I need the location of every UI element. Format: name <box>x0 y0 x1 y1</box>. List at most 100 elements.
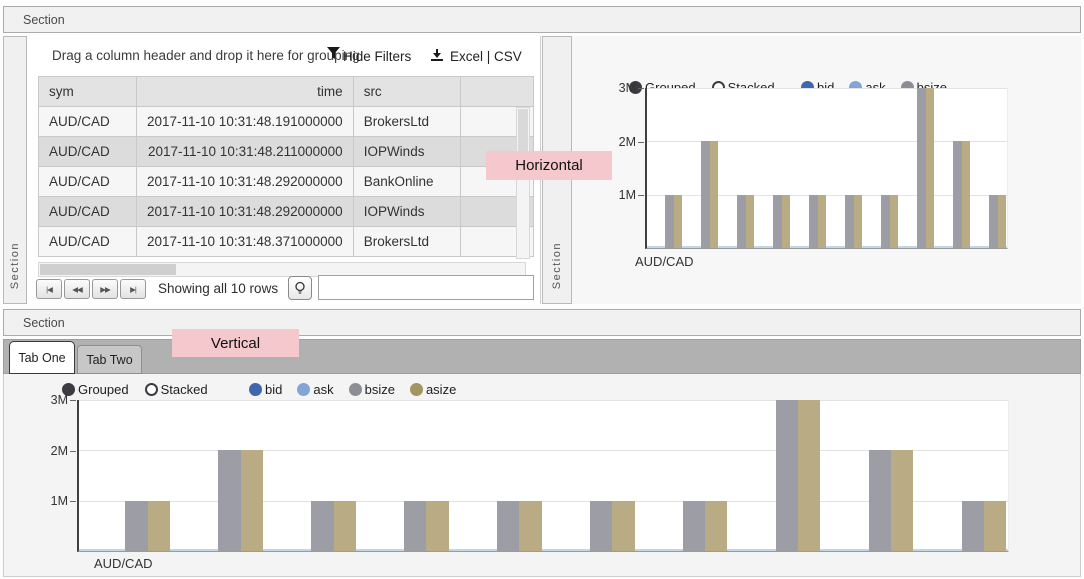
table-cell: 2017-11-10 10:31:48.191000000 <box>137 107 354 137</box>
collapsed-section-label: Section <box>551 242 563 289</box>
column-header-sym[interactable]: sym <box>39 77 137 107</box>
bar-bsize-7 <box>776 400 798 551</box>
bar-asize-8 <box>962 141 971 248</box>
table-row[interactable]: AUD/CAD2017-11-10 10:31:48.292000000IOPW… <box>39 197 534 227</box>
collapsed-section-left[interactable]: Section <box>3 36 27 304</box>
bar-bsize-0 <box>125 501 147 551</box>
table-cell: 2017-11-10 10:31:48.292000000 <box>137 197 354 227</box>
table-body[interactable]: AUD/CAD2017-11-10 10:31:48.191000000Brok… <box>39 107 534 257</box>
legend-item-asize[interactable]: asize <box>410 382 456 397</box>
annotation-horizontal: Horizontal <box>486 151 612 180</box>
bar-bsize-2 <box>737 195 746 248</box>
bar-bsize-4 <box>497 501 519 551</box>
table-cell: IOPWinds <box>353 197 460 227</box>
section-header-top[interactable]: Section <box>3 6 1081 33</box>
bar-asize-4 <box>818 195 827 248</box>
table-cell: AUD/CAD <box>39 137 137 167</box>
bar-asize-0 <box>148 501 170 551</box>
table-cell: BrokersLtd <box>353 227 460 257</box>
bar-asize-7 <box>926 88 935 248</box>
bar-asize-2 <box>334 501 356 551</box>
bar-asize-9 <box>984 501 1006 551</box>
table-row[interactable]: AUD/CAD2017-11-10 10:31:48.371000000Brok… <box>39 227 534 257</box>
bar-bsize-3 <box>404 501 426 551</box>
bar-asize-5 <box>612 501 634 551</box>
y-tick-label: 1M <box>600 188 636 202</box>
bar-bsize-6 <box>683 501 705 551</box>
bar-bsize-5 <box>845 195 854 248</box>
bar-asize-7 <box>798 400 820 551</box>
y-tick-mark <box>70 501 76 502</box>
lightbulb-icon <box>294 281 306 296</box>
radio-unselected-icon <box>145 383 158 396</box>
table-cell: AUD/CAD <box>39 197 137 227</box>
legend-item-bsize[interactable]: bsize <box>349 382 395 397</box>
grid-search-input[interactable] <box>318 275 534 300</box>
export-excel-csv-link[interactable]: Excel | CSV <box>450 49 522 64</box>
x-axis-category-label: AUD/CAD <box>94 556 153 571</box>
gridline <box>79 400 1008 401</box>
table-row[interactable]: AUD/CAD2017-11-10 10:31:48.211000000IOPW… <box>39 137 534 167</box>
column-header-blank[interactable] <box>460 77 533 107</box>
table-row[interactable]: AUD/CAD2017-11-10 10:31:48.292000000Bank… <box>39 167 534 197</box>
radio-grouped[interactable]: Grouped <box>62 382 129 397</box>
chart-mode-radios: Grouped Stacked <box>62 382 208 397</box>
section-header-bottom[interactable]: Section <box>3 309 1081 336</box>
legend-dot-icon <box>249 383 262 396</box>
pager-first-button[interactable]: |◀ <box>36 279 62 299</box>
legend-item-ask[interactable]: ask <box>297 382 333 397</box>
bar-bsize-1 <box>218 450 240 551</box>
tab-bar: Tab One Tab Two <box>3 339 1081 374</box>
y-tick-mark <box>638 88 644 89</box>
quotes-table[interactable]: symtimesrc AUD/CAD2017-11-10 10:31:48.19… <box>38 76 534 257</box>
tab-two[interactable]: Tab Two <box>77 345 142 374</box>
bar-asize-1 <box>241 450 263 551</box>
legend-dot-icon <box>297 383 310 396</box>
pager-next-button[interactable]: ▶▶ <box>92 279 118 299</box>
vertical-scrollbar-thumb[interactable] <box>518 109 528 151</box>
bar-chart-horizontal: 1M2M3M <box>645 88 1008 249</box>
section-title: Section <box>23 13 65 27</box>
dashboard-page: Section Section Drag a column header and… <box>0 0 1084 579</box>
table-cell: AUD/CAD <box>39 167 137 197</box>
bar-asize-0 <box>674 195 683 248</box>
filter-funnel-icon[interactable] <box>327 47 340 66</box>
pager-prev-button[interactable]: ◀◀ <box>64 279 90 299</box>
column-header-time[interactable]: time <box>137 77 354 107</box>
y-tick-mark <box>70 400 76 401</box>
chart-plot-area <box>645 88 1008 249</box>
chart-plot-area <box>77 400 1009 552</box>
hide-filters-button[interactable]: Hide Filters <box>343 49 411 64</box>
bar-asize-9 <box>998 195 1007 248</box>
bar-asize-1 <box>710 141 719 248</box>
y-tick-mark <box>638 142 644 143</box>
table-cell: BrokersLtd <box>353 107 460 137</box>
vertical-scrollbar[interactable] <box>516 107 530 259</box>
legend-dot-icon <box>349 383 362 396</box>
tab-one[interactable]: Tab One <box>9 341 75 374</box>
bar-bsize-8 <box>869 450 891 551</box>
table-header[interactable]: symtimesrc <box>39 77 534 107</box>
bar-bsize-0 <box>665 195 674 248</box>
horizontal-scrollbar-thumb[interactable] <box>40 264 176 275</box>
bar-bsize-8 <box>953 141 962 248</box>
column-header-src[interactable]: src <box>353 77 460 107</box>
bar-asize-8 <box>891 450 913 551</box>
bar-asize-6 <box>705 501 727 551</box>
bar-asize-3 <box>426 501 448 551</box>
radio-stacked[interactable]: Stacked <box>145 382 208 397</box>
y-tick-label: 1M <box>32 494 68 508</box>
annotation-vertical: Vertical <box>172 329 299 357</box>
table-cell: 2017-11-10 10:31:48.211000000 <box>137 137 354 167</box>
y-tick-mark <box>70 451 76 452</box>
bar-chart-vertical: 1M2M3M <box>77 400 1009 552</box>
lightbulb-button[interactable] <box>288 276 312 300</box>
row-count-status: Showing all 10 rows <box>158 281 278 296</box>
group-drop-hint: Drag a column header and drop it here fo… <box>52 48 360 63</box>
download-icon <box>430 48 444 67</box>
table-row[interactable]: AUD/CAD2017-11-10 10:31:48.191000000Brok… <box>39 107 534 137</box>
bar-bsize-9 <box>962 501 984 551</box>
bar-asize-4 <box>519 501 541 551</box>
legend-item-bid[interactable]: bid <box>249 382 282 397</box>
pager-last-button[interactable]: ▶| <box>120 279 146 299</box>
